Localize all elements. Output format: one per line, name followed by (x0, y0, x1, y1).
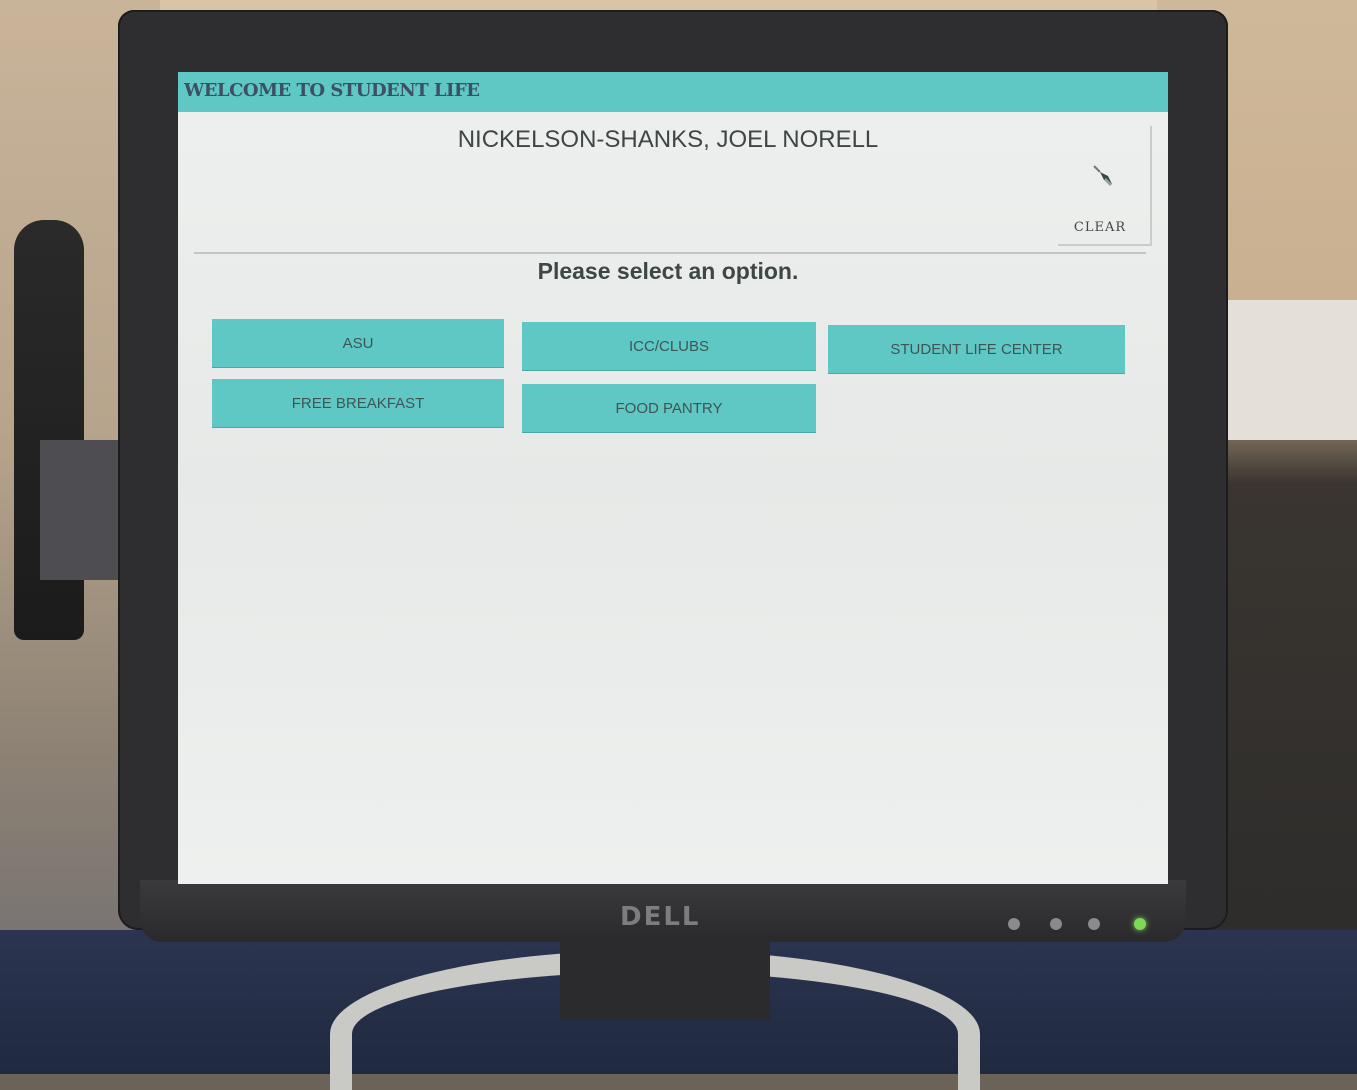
background-shelf (40, 440, 130, 580)
option-icc-clubs-button[interactable]: ICC/CLUBS (522, 322, 816, 370)
option-free-breakfast-button[interactable]: FREE BREAKFAST (212, 379, 504, 427)
monitor-button-icon[interactable] (1050, 918, 1062, 930)
monitor-button-icon[interactable] (1008, 918, 1020, 930)
option-asu-button[interactable]: ASU (212, 319, 504, 367)
background-cabinet (1227, 300, 1357, 440)
clear-button-label[interactable]: CLEAR (1054, 220, 1146, 235)
eraser-icon[interactable] (1088, 160, 1118, 190)
monitor-brand-logo: DELL (620, 902, 701, 932)
option-student-life-center-button[interactable]: STUDENT LIFE CENTER (828, 325, 1125, 373)
title-bar: WELCOME TO STUDENT LIFE (178, 72, 1168, 112)
app-title: WELCOME TO STUDENT LIFE (184, 80, 480, 101)
option-food-pantry-button[interactable]: FOOD PANTRY (522, 384, 816, 432)
page-prompt: Please select an option. (537, 258, 799, 284)
monitor-stand-neck (560, 940, 770, 1020)
power-button-icon[interactable] (1134, 918, 1146, 930)
student-name: NICKELSON-SHANKS, JOEL NORELL (457, 126, 879, 153)
divider (194, 252, 1146, 254)
kiosk-screen: WELCOME TO STUDENT LIFE NICKELSON-SHANKS… (178, 72, 1168, 884)
monitor-button-icon[interactable] (1088, 918, 1100, 930)
